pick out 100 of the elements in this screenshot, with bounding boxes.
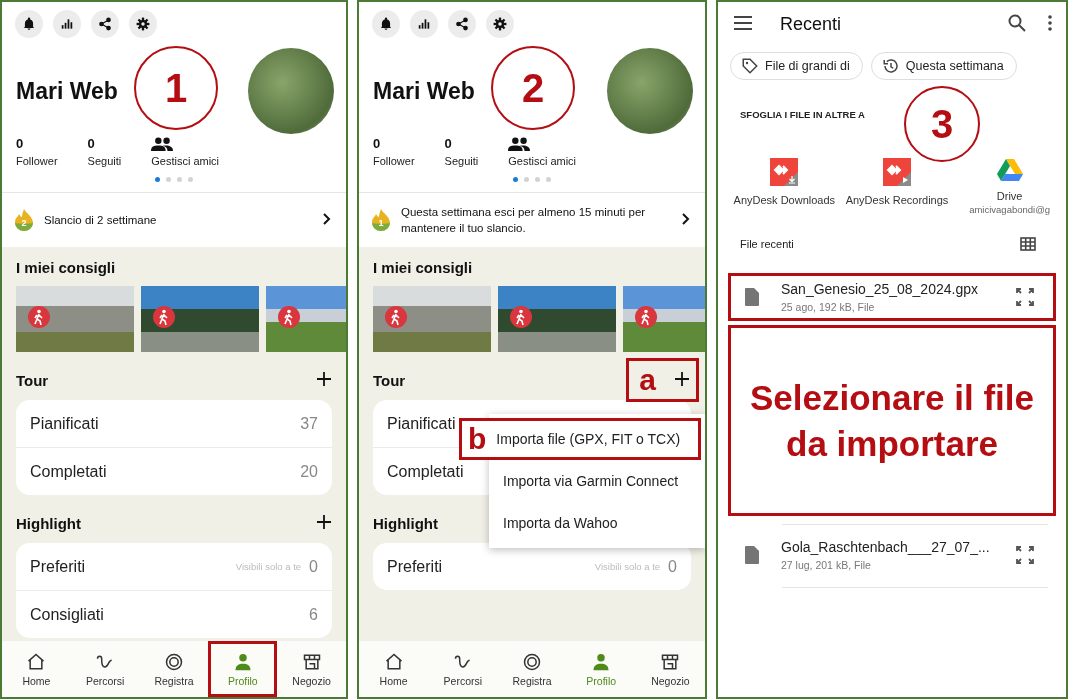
photo-placeholder[interactable]: [498, 286, 616, 352]
file-name: San_Genesio_25_08_2024.gpx: [781, 281, 979, 297]
section-heading: File recenti: [740, 238, 794, 250]
stat-value: 0: [373, 136, 382, 151]
expand-icon[interactable]: [1015, 287, 1035, 307]
nav-tab[interactable]: Percorsi: [428, 641, 498, 697]
item-count: 37: [300, 414, 318, 433]
visibility-note: Visibili solo a te: [594, 561, 661, 572]
section-title: Highlight: [373, 514, 438, 532]
account-email: amicivagabondi@g: [969, 204, 1051, 215]
list-item-label[interactable]: Consigliati: [30, 605, 310, 624]
share-icon[interactable]: [455, 17, 469, 31]
step-number: 2: [491, 46, 575, 130]
nav-tab[interactable]: Profilo: [566, 641, 636, 697]
settings-button[interactable]: [129, 10, 157, 38]
filter-chip[interactable]: Questa settimana: [870, 52, 1017, 80]
share-icon[interactable]: [98, 17, 112, 31]
callout-label: a: [639, 363, 656, 397]
expand-icon[interactable]: [1015, 545, 1035, 565]
section-title: I miei consigli: [16, 259, 117, 276]
file-name: Gola_Raschtenbach___27_07_...: [781, 539, 991, 555]
statistics-button[interactable]: [410, 10, 438, 38]
photo-placeholder[interactable]: [373, 286, 491, 352]
file-details: 25 ago, 192 kB, File: [781, 301, 876, 313]
callout-label: b: [468, 422, 487, 456]
bell-icon[interactable]: [22, 17, 36, 31]
step-number: 1: [134, 46, 218, 130]
page-dot[interactable]: [155, 177, 160, 182]
file-row[interactable]: Gola_Raschtenbach___27_07_... 27 lug, 201 kB, File: [728, 531, 1056, 579]
photo-placeholder[interactable]: [16, 286, 134, 352]
app-shortcut[interactable]: AnyDesk Downloads: [728, 158, 841, 215]
page-dot[interactable]: [513, 177, 518, 182]
list-item-label[interactable]: Preferiti: [387, 557, 595, 576]
streak-message: Questa settimana esci per almeno 15 minuti per mantenere il tuo slancio.: [401, 205, 647, 236]
filter-chip[interactable]: File di grandi di: [730, 52, 863, 80]
bar-chart-icon[interactable]: [417, 17, 431, 31]
list-item-label[interactable]: Completati: [30, 462, 301, 481]
target-icon: [164, 651, 184, 672]
anydesk-icon[interactable]: [770, 158, 799, 186]
tag-icon: [741, 57, 759, 75]
settings-icon[interactable]: [493, 17, 507, 31]
stat-label: Seguiti: [444, 155, 479, 167]
home-icon: [26, 651, 47, 672]
photo-placeholder[interactable]: [141, 286, 259, 352]
bell-icon[interactable]: [379, 17, 393, 31]
file-row[interactable]: San_Genesio_25_08_2024.gpx 25 ago, 192 kB, File: [728, 273, 1056, 321]
menu-item[interactable]: Importa file (GPX, FIT o TCX): [486, 421, 698, 457]
settings-icon[interactable]: [136, 17, 150, 31]
file-icon: [745, 546, 759, 564]
notifications-button[interactable]: [15, 10, 43, 38]
share-button[interactable]: [448, 10, 476, 38]
section-heading: SFOGLIA I FILE IN ALTRE A: [740, 109, 865, 120]
page-dot[interactable]: [177, 177, 182, 182]
section-title: I miei consigli: [373, 259, 474, 276]
nav-tab[interactable]: Registra: [497, 641, 567, 697]
streak-badge: 1: [371, 209, 391, 231]
item-count: 0: [309, 557, 318, 576]
bar-chart-icon[interactable]: [60, 17, 74, 31]
manage-friends-button[interactable]: Gestisci amici: [151, 137, 220, 167]
menu-item[interactable]: Importa via Garmin Connect: [489, 460, 705, 502]
nav-tab[interactable]: Home: [359, 641, 429, 697]
streak-message: Slancio di 2 settimane: [44, 213, 158, 228]
nav-tab[interactable]: Percorsi: [70, 641, 140, 697]
file-details: 27 lug, 201 kB, File: [781, 559, 872, 571]
page-dot[interactable]: [166, 177, 171, 182]
target-icon: [522, 651, 542, 672]
drive-icon[interactable]: [996, 158, 1023, 182]
app-label: AnyDesk Recordings: [845, 194, 949, 206]
list-item-label[interactable]: Pianificati: [30, 414, 301, 433]
stat-value: 0: [87, 136, 96, 151]
people-icon: [508, 137, 531, 151]
page-dot[interactable]: [524, 177, 529, 182]
home-icon: [383, 651, 404, 672]
grid-view-icon[interactable]: [1020, 237, 1036, 251]
settings-button[interactable]: [486, 10, 514, 38]
stat-label: Follower: [373, 155, 415, 167]
menu-icon[interactable]: [734, 15, 752, 33]
profile-name: Mari Web: [373, 77, 475, 105]
history-icon: [881, 57, 900, 75]
nav-tab[interactable]: Negozio: [277, 641, 346, 697]
nav-tab[interactable]: Registra: [139, 641, 209, 697]
notifications-button[interactable]: [372, 10, 400, 38]
section-title: Tour: [373, 371, 406, 389]
manage-friends-button[interactable]: Gestisci amici: [508, 137, 577, 167]
nav-tab[interactable]: Negozio: [635, 641, 705, 697]
page-dot[interactable]: [546, 177, 551, 182]
menu-item[interactable]: Importa da Wahoo: [489, 502, 705, 544]
nav-tab[interactable]: Home: [2, 641, 71, 697]
statistics-button[interactable]: [53, 10, 81, 38]
list-item-label[interactable]: Preferiti: [30, 557, 236, 576]
stat-value: 0: [444, 136, 453, 151]
nav-tab[interactable]: Profilo: [208, 641, 278, 697]
page-dot[interactable]: [188, 177, 193, 182]
item-count: 0: [668, 557, 677, 576]
page-dot[interactable]: [535, 177, 540, 182]
item-count: 6: [309, 605, 318, 624]
share-button[interactable]: [91, 10, 119, 38]
profile-name: Mari Web: [16, 77, 118, 105]
anydesk-icon[interactable]: [883, 158, 911, 186]
step-number: 3: [904, 86, 980, 162]
